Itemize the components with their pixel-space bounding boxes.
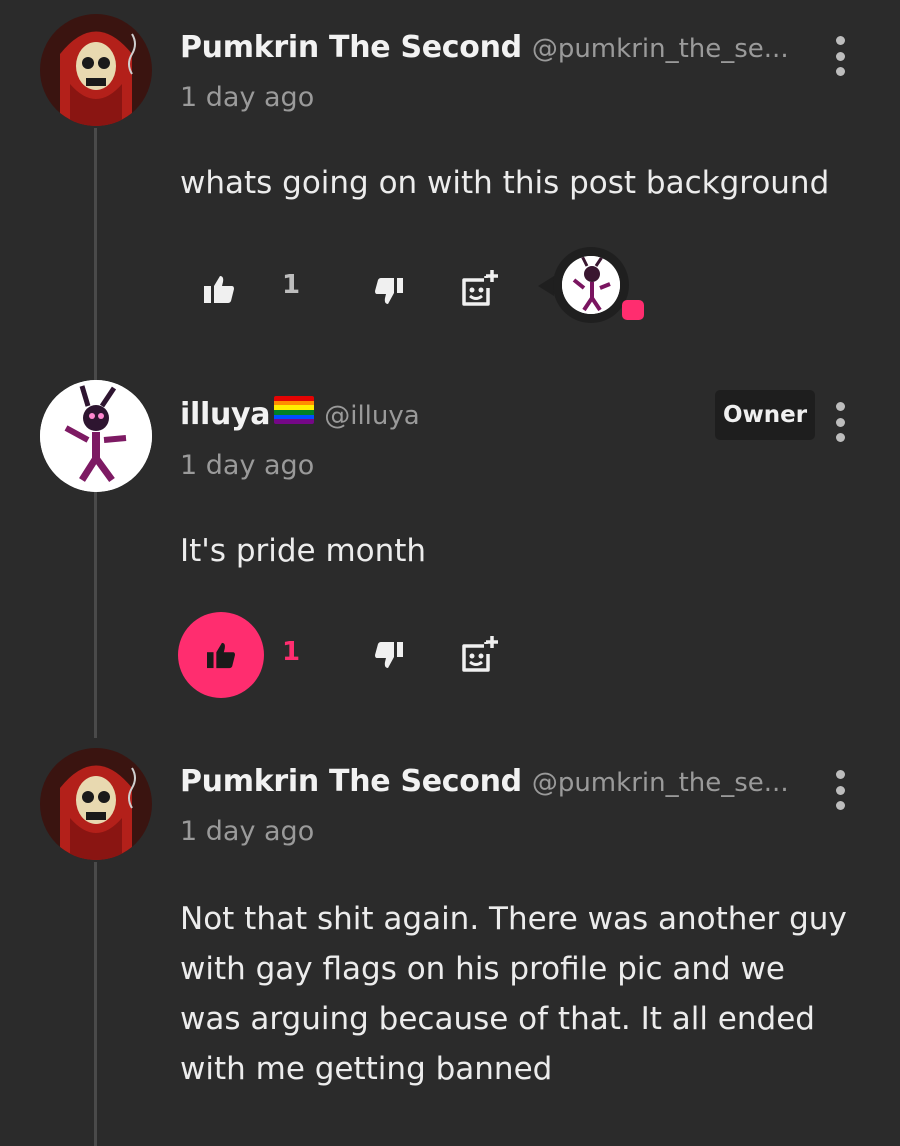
add-reaction-button[interactable] <box>460 268 500 308</box>
comment-actions: 1 <box>178 612 680 698</box>
add-reaction-icon <box>462 636 498 672</box>
comment-text: It's pride month <box>180 533 427 569</box>
timestamp: 1 day ago <box>180 816 315 847</box>
author-handle[interactable]: @pumkrin_the_se... <box>532 34 789 64</box>
author-handle[interactable]: @illuya <box>324 401 419 431</box>
like-count: 1 <box>282 270 301 300</box>
add-reaction-icon <box>462 270 498 306</box>
avatar[interactable] <box>40 380 152 492</box>
dislike-button[interactable] <box>372 276 406 306</box>
avatar[interactable] <box>40 14 152 126</box>
author-row: Pumkrin The Second @pumkrin_the_se... <box>180 764 789 799</box>
like-button[interactable] <box>204 638 238 672</box>
owner-badge: Owner <box>715 390 815 440</box>
comment-text-line: with gay flags on his profile pic and we <box>180 951 785 987</box>
thumbs-up-icon <box>207 642 235 669</box>
reply-bubble-tail <box>538 276 554 296</box>
author-row: Pumkrin The Second @pumkrin_the_se... <box>180 30 789 65</box>
author-name[interactable]: illuya <box>180 397 271 432</box>
reply-avatar[interactable] <box>562 256 620 314</box>
dislike-button[interactable] <box>372 640 406 670</box>
comment: Pumkrin The Second @pumkrin_the_se... 1 … <box>0 0 900 360</box>
thumbs-down-icon <box>375 642 403 668</box>
comment-text-line: Not that shit again. There was another g… <box>180 901 847 937</box>
more-vertical-icon[interactable] <box>828 34 852 78</box>
rainbow-flag-icon <box>274 396 315 424</box>
author-row: illuya @illuya <box>180 396 420 432</box>
comment-text-line: was arguing because of that. It all ende… <box>180 1001 815 1037</box>
more-vertical-icon[interactable] <box>828 768 852 812</box>
like-count: 1 <box>282 637 301 667</box>
author-handle[interactable]: @pumkrin_the_se... <box>532 768 789 798</box>
add-reaction-button[interactable] <box>460 634 500 674</box>
timestamp: 1 day ago <box>180 82 315 113</box>
comment-text-line: with me getting banned <box>180 1051 553 1087</box>
timestamp: 1 day ago <box>180 450 315 481</box>
comment-text: Not that shit again. There was another g… <box>180 894 870 1094</box>
thread-line <box>94 862 97 1146</box>
author-name[interactable]: Pumkrin The Second <box>180 764 522 799</box>
thumbs-down-icon <box>375 278 403 304</box>
comment-text: whats going on with this post background <box>180 165 830 201</box>
reply-count-badge <box>622 300 644 320</box>
avatar[interactable] <box>40 748 152 860</box>
thumbs-up-icon <box>204 276 234 303</box>
author-name[interactable]: Pumkrin The Second <box>180 30 522 65</box>
more-vertical-icon[interactable] <box>828 400 852 444</box>
like-button[interactable] <box>202 272 236 306</box>
